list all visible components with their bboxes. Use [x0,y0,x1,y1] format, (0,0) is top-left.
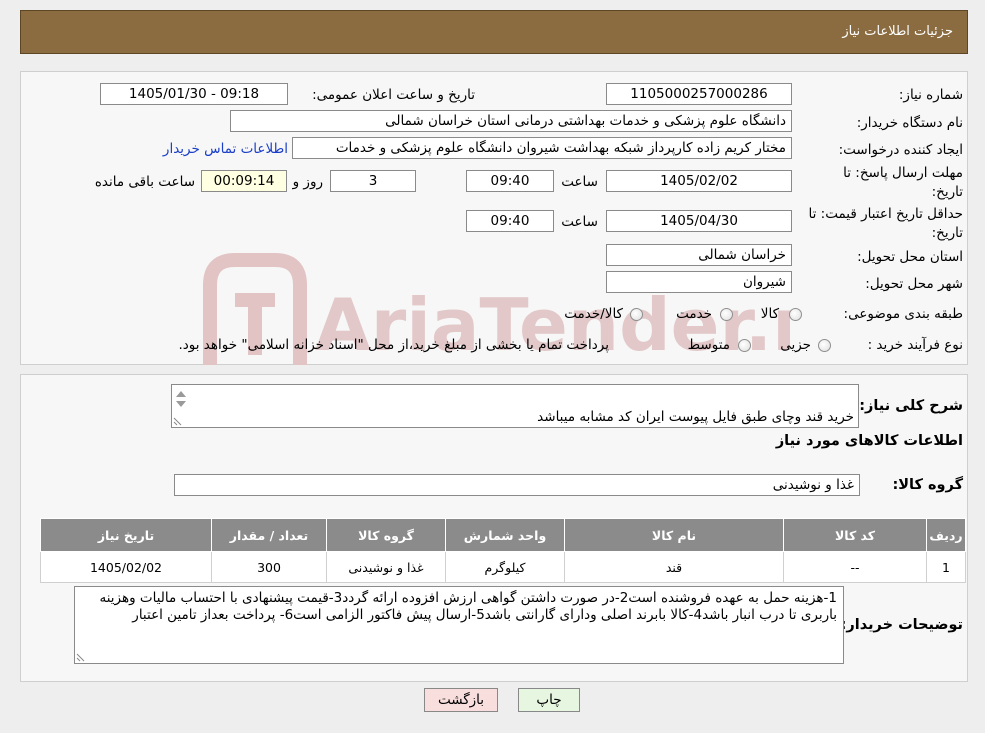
col-code: کد کالا [783,518,927,552]
validity-time-field: 09:40 [466,210,554,232]
page-header: جزئیات اطلاعات نیاز [20,10,968,54]
goods-section-title: اطلاعات کالاهای مورد نیاز [775,433,963,449]
creator-field: مختار کریم زاده کارپرداز شبکه بهداشت شیر… [292,137,792,159]
goods-group-field: غذا و نوشیدنی [174,474,860,496]
announce-field: 1405/01/30 - 09:18 [100,83,288,105]
print-button[interactable]: چاپ [518,688,580,712]
city-label: شهر محل تحویل: [865,276,963,292]
process-note: پرداخت تمام یا بخشی از مبلغ خرید،از محل … [178,337,609,353]
cell-quantity: 300 [211,551,327,583]
cell-name: قند [564,551,784,583]
validity-label-2: تاریخ: [931,225,963,241]
process-partial-label: جزیی [780,337,811,353]
col-quantity: تعداد / مقدار [211,518,327,552]
resize-grip-icon[interactable] [173,416,183,426]
cell-row: 1 [926,551,966,583]
buyer-notes-text: 1-هزینه حمل به عهده فروشنده است2-در صورت… [99,590,837,623]
category-service-label: خدمت [676,306,712,322]
category-goods-service-label: کالا/خدمت [564,306,623,322]
validity-label-1: حداقل تاریخ اعتبار قیمت: تا [808,206,963,222]
buyer-field: دانشگاه علوم پزشکی و خدمات بهداشتی درمان… [230,110,792,132]
cell-code: -- [783,551,927,583]
col-unit: واحد شمارش [445,518,565,552]
watermark-text: AriaTender.neT [315,283,790,367]
process-label: نوع فرآیند خرید : [867,337,963,353]
category-label: طبقه بندی موضوعی: [843,306,963,322]
col-date: تاریخ نیاز [40,518,212,552]
days-field: 3 [330,170,416,192]
cell-group: غذا و نوشیدنی [326,551,446,583]
goods-group-label: گروه کالا: [892,477,963,493]
deadline-label-1: مهلت ارسال پاسخ: تا [843,165,963,181]
back-button[interactable]: بازگشت [424,688,498,712]
deadline-label-2: تاریخ: [931,184,963,200]
days-label: روز و [292,174,323,190]
deadline-date-field: 1405/02/02 [606,170,792,192]
validity-time-label: ساعت [561,214,598,230]
category-service-radio[interactable] [720,308,733,321]
page-title: جزئیات اطلاعات نیاز [842,24,953,39]
description-text: خرید قند وچای طبق فایل پیوست ایران کد مش… [537,409,854,425]
city-field: شیروان [606,271,792,293]
col-name: نام کالا [564,518,784,552]
process-medium-label: متوسط [687,337,730,353]
process-medium-radio[interactable] [738,339,751,352]
cell-date: 1405/02/02 [40,551,212,583]
remaining-time-field: 00:09:14 [201,170,287,192]
deadline-time-field: 09:40 [466,170,554,192]
col-row: ردیف [926,518,966,552]
category-goods-radio[interactable] [789,308,802,321]
buyer-notes-label: توضیحات خریدار: [840,617,963,633]
need-number-label: شماره نیاز: [898,87,963,103]
col-group: گروه کالا [326,518,446,552]
table-row: 1 -- قند کیلوگرم غذا و نوشیدنی 300 1405/… [40,551,966,583]
province-field: خراسان شمالی [606,244,792,266]
buyer-label: نام دستگاه خریدار: [856,115,963,131]
announce-label: تاریخ و ساعت اعلان عمومی: [312,87,475,103]
category-goods-service-radio[interactable] [630,308,643,321]
cell-unit: کیلوگرم [445,551,565,583]
scroll-arrows-icon[interactable] [175,388,187,410]
notes-resize-grip-icon[interactable] [76,652,86,662]
deadline-time-label: ساعت [561,174,598,190]
description-label: شرح کلی نیاز: [859,398,963,414]
validity-date-field: 1405/04/30 [606,210,792,232]
buyer-notes-textarea[interactable]: 1-هزینه حمل به عهده فروشنده است2-در صورت… [74,586,844,664]
description-textarea[interactable]: خرید قند وچای طبق فایل پیوست ایران کد مش… [171,384,859,428]
category-goods-label: کالا [760,306,779,322]
remaining-label: ساعت باقی مانده [94,174,195,190]
creator-label: ایجاد کننده درخواست: [838,142,963,158]
goods-table-header: ردیف کد کالا نام کالا واحد شمارش گروه کا… [40,518,966,552]
goods-table: ردیف کد کالا نام کالا واحد شمارش گروه کا… [40,518,966,583]
process-partial-radio[interactable] [818,339,831,352]
need-number-field: 1105000257000286 [606,83,792,105]
province-label: استان محل تحویل: [857,249,963,265]
contact-buyer-link[interactable]: اطلاعات تماس خریدار [163,141,288,157]
